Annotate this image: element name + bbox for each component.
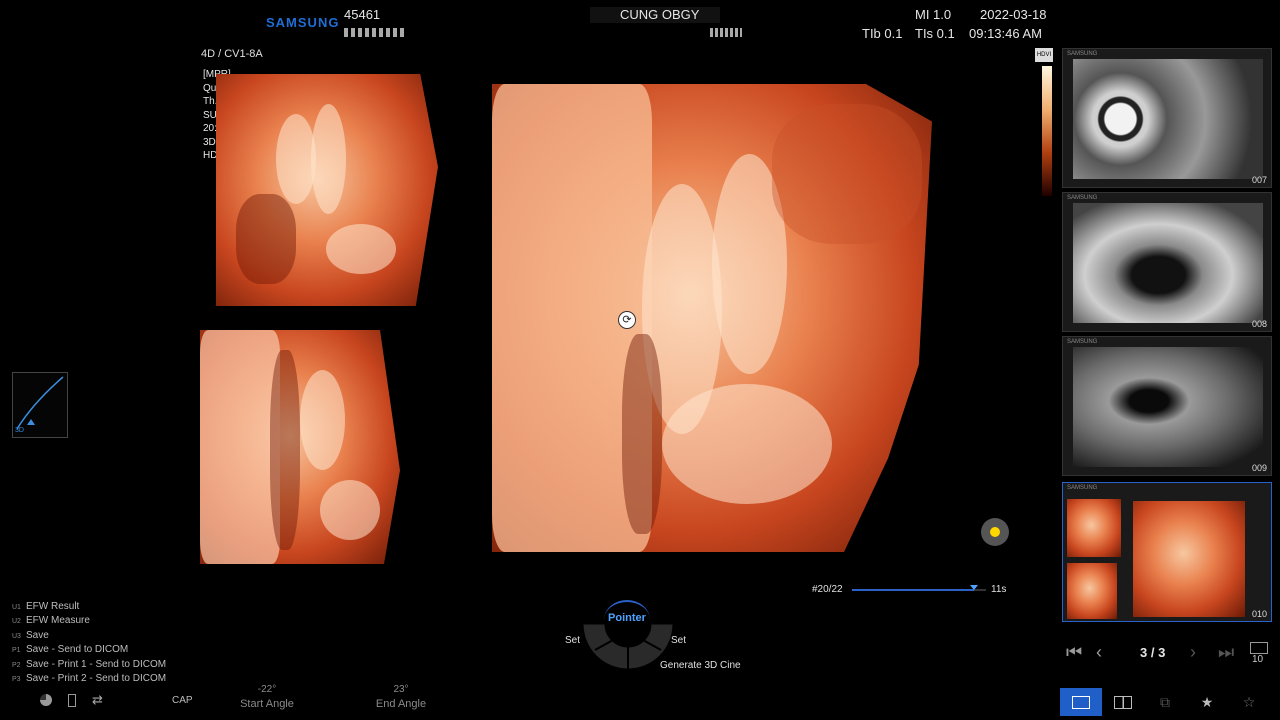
thumbnail-009[interactable]: SAMSUNG 009	[1062, 336, 1272, 476]
cine-track[interactable]	[852, 589, 986, 591]
image-count: 10	[1252, 654, 1264, 665]
first-page-icon[interactable]: ⏮	[1066, 642, 1082, 663]
thumbnail-number: 008	[1251, 319, 1267, 329]
last-page-icon[interactable]: ⏭	[1218, 642, 1234, 663]
end-angle-label[interactable]: End Angle	[366, 698, 436, 710]
thumbnail-010[interactable]: SAMSUNG 010	[1062, 482, 1272, 622]
thumbnail-number: 009	[1251, 463, 1267, 473]
menu-item[interactable]: P1 Save - Send to DICOM	[12, 643, 166, 657]
page-indicator: 3 / 3	[1140, 645, 1166, 660]
mi-value: MI 1.0	[915, 7, 952, 22]
end-angle-value: 23°	[393, 684, 409, 695]
cap-indicator: CAP	[172, 695, 193, 706]
favorites-list-button[interactable]: ☆	[1228, 688, 1270, 716]
set-right-label[interactable]: Set	[671, 635, 686, 646]
menu-label: EFW Measure	[26, 615, 90, 627]
curve-box[interactable]: 3D	[12, 372, 68, 438]
hdvi-badge: HDVI	[1035, 48, 1053, 62]
brand-logo: SAMSUNG	[266, 15, 340, 30]
thumbnail-number: 007	[1251, 175, 1267, 185]
single-layout-button[interactable]	[1060, 688, 1102, 716]
compare-icon: ⧉	[1160, 693, 1170, 710]
menu-key: P3	[12, 676, 21, 684]
network-icon[interactable]: ⇄	[92, 692, 103, 708]
marker-dot-icon	[990, 527, 1000, 537]
menu-key: U2	[12, 618, 21, 626]
favorite-button[interactable]: ★	[1186, 688, 1228, 716]
start-angle-value: -22°	[257, 684, 277, 695]
menu-label: Save - Print 1 - Send to DICOM	[26, 658, 167, 670]
tis-value: TIs 0.1	[915, 26, 955, 41]
operator-redacted	[710, 28, 742, 37]
mpr-view-b[interactable]	[200, 330, 400, 564]
main-3d-render[interactable]	[492, 84, 932, 552]
mpr-view-a[interactable]	[216, 74, 438, 306]
menu-item[interactable]: P3 Save - Print 2 - Send to DICOM	[12, 672, 166, 686]
thumbnail-number: 010	[1251, 609, 1267, 619]
menu-label: Save	[26, 629, 49, 641]
previous-page-icon[interactable]: ‹	[1096, 642, 1102, 663]
patient-name-redacted	[344, 28, 404, 37]
menu-item[interactable]: U2 EFW Measure	[12, 614, 166, 628]
pointer-label[interactable]: Pointer	[604, 612, 650, 624]
single-layout-icon	[1072, 695, 1090, 709]
image-count-icon[interactable]	[1250, 642, 1268, 654]
compare-button[interactable]: ⧉	[1144, 688, 1186, 716]
thumbnail-brand: SAMSUNG	[1067, 51, 1098, 57]
menu-label: EFW Result	[26, 601, 80, 612]
hospital-name: CUNG OBGY	[620, 7, 700, 22]
menu-key: P1	[12, 647, 21, 655]
user-key-menu: U1 EFW Result U2 EFW Measure U3 Save P1 Save…	[12, 600, 166, 686]
thumbnail-render-b	[1067, 563, 1117, 619]
start-angle-label[interactable]: Start Angle	[232, 698, 302, 710]
time: 09:13:46 AM	[969, 26, 1042, 41]
star-list-icon: ☆	[1242, 693, 1256, 710]
cine-frame: #20/22	[812, 584, 843, 595]
tib-value: TIb 0.1	[862, 26, 903, 41]
set-left-label[interactable]: Set	[565, 635, 580, 646]
rotate-cursor-icon[interactable]: ⟳	[618, 311, 636, 329]
menu-label: Save - Print 2 - Send to DICOM	[26, 673, 167, 685]
menu-item[interactable]: P2 Save - Print 1 - Send to DICOM	[12, 658, 166, 672]
generate-3d-cine-label[interactable]: Generate 3D Cine	[660, 660, 741, 671]
patient-id: 45461	[344, 7, 381, 22]
cine-handle[interactable]	[969, 585, 978, 590]
menu-item[interactable]: U1 EFW Result	[12, 600, 166, 614]
next-page-icon[interactable]: ›	[1190, 642, 1196, 663]
thumbnail-render-main	[1133, 501, 1245, 617]
thumbnail-render-a	[1067, 499, 1121, 557]
cine-duration: 11s	[991, 584, 1007, 595]
cine-progress	[852, 589, 974, 591]
thumbnail-007[interactable]: SAMSUNG 007	[1062, 48, 1272, 188]
menu-key: U1	[12, 604, 21, 611]
star-icon: ★	[1200, 693, 1214, 710]
dual-layout-icon	[1114, 695, 1132, 709]
curve-label: 3D	[15, 427, 24, 434]
thumbnail-008[interactable]: SAMSUNG 008	[1062, 192, 1272, 332]
menu-key: U3	[12, 632, 21, 640]
menu-label: Save - Send to DICOM	[26, 644, 129, 656]
probe-label: 4D / CV1-8A	[201, 48, 263, 60]
menu-key: P2	[12, 661, 21, 669]
pie-icon[interactable]	[40, 694, 52, 706]
dual-layout-button[interactable]	[1102, 688, 1144, 716]
thumbnail-brand: SAMSUNG	[1067, 339, 1098, 345]
thumbnail-brand: SAMSUNG	[1067, 195, 1098, 201]
menu-item[interactable]: U3 Save	[12, 629, 166, 643]
date: 2022-03-18	[980, 7, 1047, 22]
battery-icon[interactable]	[68, 694, 76, 707]
color-map-bar	[1042, 66, 1052, 196]
thumbnail-brand: SAMSUNG	[1067, 485, 1098, 491]
